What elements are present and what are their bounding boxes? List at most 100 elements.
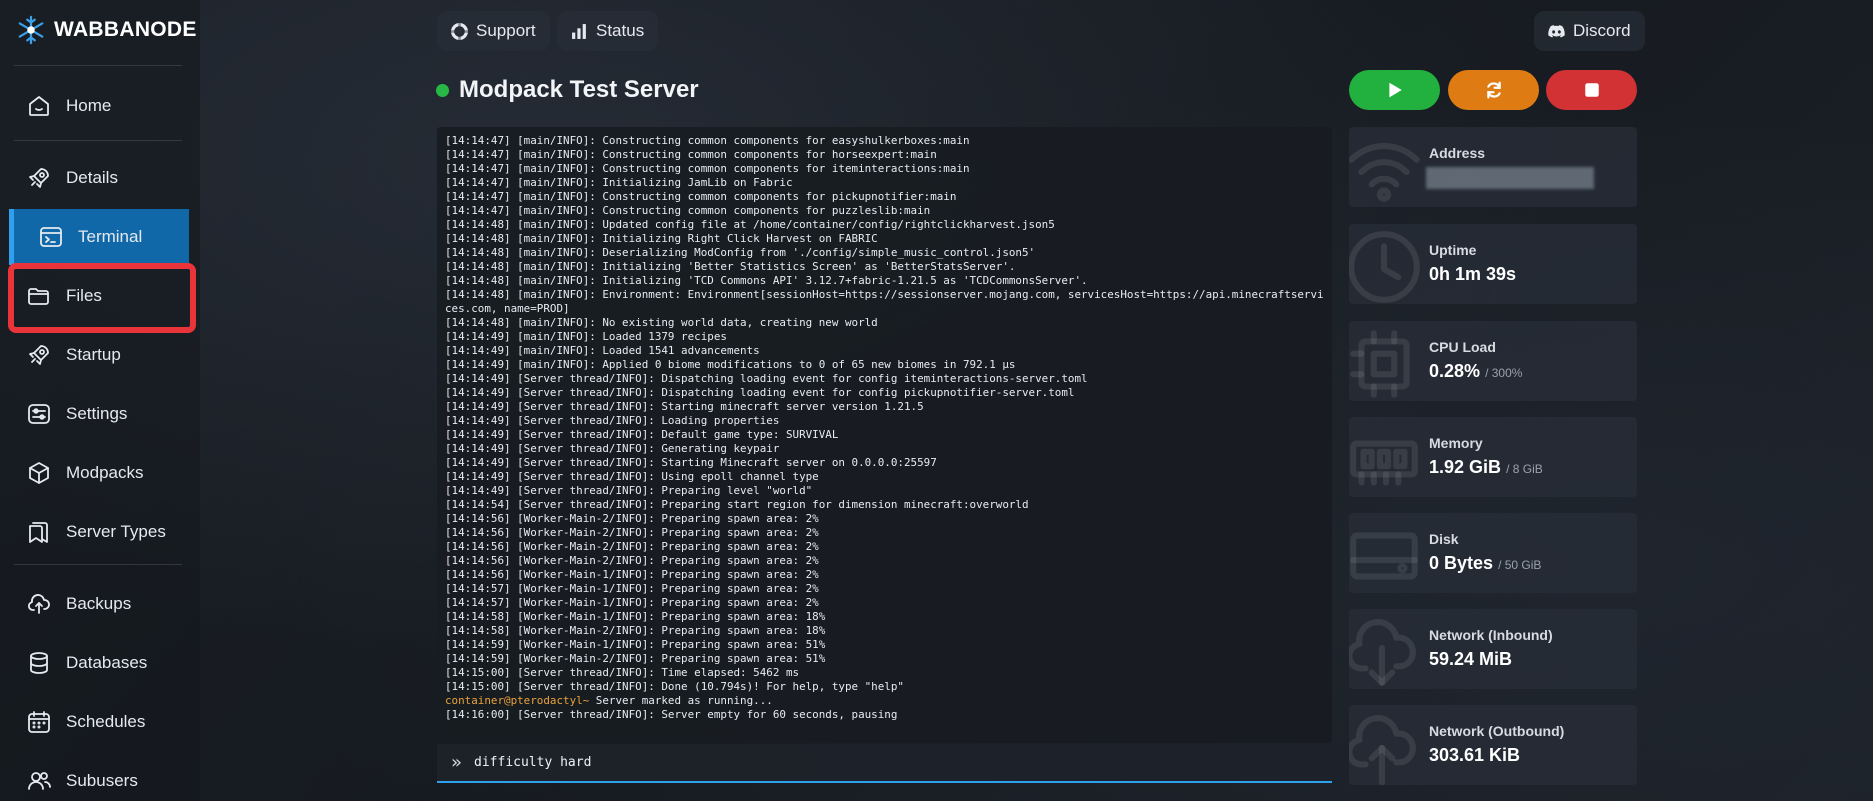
stat-label: CPU Load	[1429, 339, 1496, 355]
chevrons-right-icon: »	[451, 752, 463, 773]
sidebar-item-details[interactable]: Details	[10, 153, 188, 203]
console-line: [14:14:56] [Worker-Main-2/INFO]: Prepari…	[445, 512, 819, 525]
console-line: [14:15:00] [Server thread/INFO]: Done (1…	[445, 680, 904, 693]
stat-label: Network (Inbound)	[1429, 627, 1553, 643]
stat-value: 0h 1m 39s	[1429, 264, 1517, 284]
console-line: [14:14:49] [Server thread/INFO]: Default…	[445, 428, 839, 441]
sidebar-item-label: Terminal	[78, 227, 143, 246]
sidebar-item-label: Settings	[66, 404, 128, 423]
sidebar-item-label: Databases	[66, 653, 148, 672]
console-line: [14:14:48] [main/INFO]: Updated config f…	[445, 218, 1055, 231]
console-line: [14:14:49] [Server thread/INFO]: Dispatc…	[445, 372, 1088, 385]
command-input[interactable]	[474, 755, 1275, 770]
divider	[14, 65, 182, 66]
sidebar-item-label: Modpacks	[66, 463, 144, 482]
support-button[interactable]: Support	[437, 11, 550, 51]
console-input-bar: »	[437, 744, 1332, 783]
stat-label: Memory	[1429, 435, 1483, 451]
brand-logo[interactable]: WABBANODE	[16, 14, 197, 46]
console-line: [14:14:48] [main/INFO]: Initializing Rig…	[445, 232, 878, 245]
rocket-icon	[29, 168, 49, 188]
discord-label: Discord	[1573, 21, 1631, 40]
sidebar-item-schedules[interactable]: Schedules	[10, 697, 188, 747]
cloud-upload-icon	[28, 594, 50, 614]
clock-icon	[1349, 231, 1420, 303]
restart-icon	[1486, 81, 1501, 99]
sidebar-item-server-types[interactable]: Server Types	[10, 507, 188, 557]
console-line: [14:14:49] [Server thread/INFO]: Using e…	[445, 470, 819, 483]
console-line: [14:14:47] [main/INFO]: Initializing Jam…	[445, 176, 793, 189]
stat-cpu: CPU Load 0.28% / 300%	[1349, 321, 1637, 401]
stat-label: Network (Outbound)	[1429, 723, 1565, 739]
page-title: Modpack Test Server	[459, 76, 699, 103]
redacted-address	[1426, 167, 1594, 189]
memory-icon	[1350, 440, 1418, 486]
stat-value: 1.92 GiB / 8 GiB	[1429, 457, 1543, 477]
status-indicator	[436, 83, 449, 97]
console-line: [14:14:48] [main/INFO]: Initializing 'Be…	[445, 260, 1016, 273]
support-label: Support	[476, 21, 536, 40]
console-line: [14:14:47] [main/INFO]: Constructing com…	[445, 134, 970, 147]
stat-memory: Memory 1.92 GiB / 8 GiB	[1349, 417, 1637, 497]
console-line: [14:14:49] [main/INFO]: Applied 0 biome …	[445, 358, 1016, 371]
console-line: [14:14:47] [main/INFO]: Constructing com…	[445, 204, 931, 217]
cpu-icon	[1350, 330, 1410, 398]
start-button[interactable]	[1349, 70, 1440, 110]
sidebar-item-label: Backups	[66, 594, 132, 613]
divider	[14, 564, 182, 565]
console-line: [14:14:56] [Worker-Main-2/INFO]: Prepari…	[445, 540, 819, 553]
console-line: [14:14:47] [main/INFO]: Constructing com…	[445, 162, 970, 175]
stat-value: 303.61 KiB	[1429, 745, 1521, 765]
console-line: [14:14:48] [main/INFO]: Environment: Env…	[445, 288, 1324, 315]
sidebar: WABBANODE Home Details Terminal Files St…	[0, 0, 200, 801]
database-icon	[30, 652, 48, 674]
stat-network-outbound: Network (Outbound) 303.61 KiB	[1349, 705, 1637, 785]
discord-icon	[1548, 24, 1565, 37]
console-line: [14:14:56] [Worker-Main-2/INFO]: Prepari…	[445, 526, 819, 539]
console-prompt: container@pterodactyl~	[445, 694, 590, 707]
console-line: [14:15:00] [Server thread/INFO]: Time el…	[445, 666, 800, 679]
stat-label: Disk	[1429, 531, 1459, 547]
stop-icon	[1584, 83, 1599, 97]
discord-button[interactable]: Discord	[1534, 11, 1645, 51]
console-line: [14:14:59] [Worker-Main-2/INFO]: Prepari…	[445, 652, 826, 665]
wifi-icon	[1349, 143, 1420, 202]
stat-label: Address	[1429, 145, 1486, 161]
sidebar-item-terminal[interactable]: Terminal	[9, 209, 189, 265]
restart-button[interactable]	[1448, 70, 1539, 110]
console-line: [14:16:00] [Server thread/INFO]: Server …	[445, 708, 898, 721]
sidebar-item-label: Startup	[66, 345, 121, 364]
sidebar-item-label: Subusers	[66, 771, 138, 790]
console-line: [14:14:49] [Server thread/INFO]: Generat…	[445, 442, 780, 455]
bookmark-icon	[29, 522, 48, 543]
stat-disk: Disk 0 Bytes / 50 GiB	[1349, 513, 1637, 593]
snowflake-logo-icon	[18, 15, 44, 45]
sidebar-item-settings[interactable]: Settings	[10, 389, 188, 439]
sidebar-item-backups[interactable]: Backups	[10, 579, 188, 629]
server-header: Modpack Test Server	[436, 76, 699, 104]
sidebar-item-modpacks[interactable]: Modpacks	[10, 448, 188, 498]
sidebar-item-label: Home	[66, 96, 112, 115]
stop-button[interactable]	[1546, 70, 1637, 110]
console-line: [14:14:59] [Worker-Main-1/INFO]: Prepari…	[445, 638, 826, 651]
status-label: Status	[596, 21, 645, 40]
sidebar-item-label: Files	[66, 286, 102, 305]
sidebar-item-databases[interactable]: Databases	[10, 638, 188, 688]
status-button[interactable]: Status	[557, 11, 659, 51]
sidebar-item-subusers[interactable]: Subusers	[10, 756, 188, 801]
folder-icon	[28, 288, 49, 305]
stat-label: Uptime	[1429, 242, 1477, 258]
disk-icon	[1350, 532, 1418, 580]
console-line: [14:14:57] [Worker-Main-1/INFO]: Prepari…	[445, 596, 819, 609]
users-icon	[28, 772, 51, 790]
console-line: [14:14:56] [Worker-Main-2/INFO]: Prepari…	[445, 554, 819, 567]
brand-name: WABBANODE	[54, 18, 197, 41]
console-line: [14:14:49] [main/INFO]: Loaded 1541 adva…	[445, 344, 760, 357]
console-output[interactable]: [14:14:47] [main/INFO]: Constructing com…	[437, 127, 1332, 743]
console-line: [14:14:49] [Server thread/INFO]: Prepari…	[445, 484, 813, 497]
stat-uptime: Uptime 0h 1m 39s	[1349, 224, 1637, 304]
sidebar-item-home[interactable]: Home	[10, 81, 188, 131]
sidebar-item-startup[interactable]: Startup	[10, 330, 188, 380]
sidebar-item-files[interactable]: Files	[10, 271, 188, 321]
console-line: [14:14:54] [Server thread/INFO]: Prepari…	[445, 498, 1029, 511]
